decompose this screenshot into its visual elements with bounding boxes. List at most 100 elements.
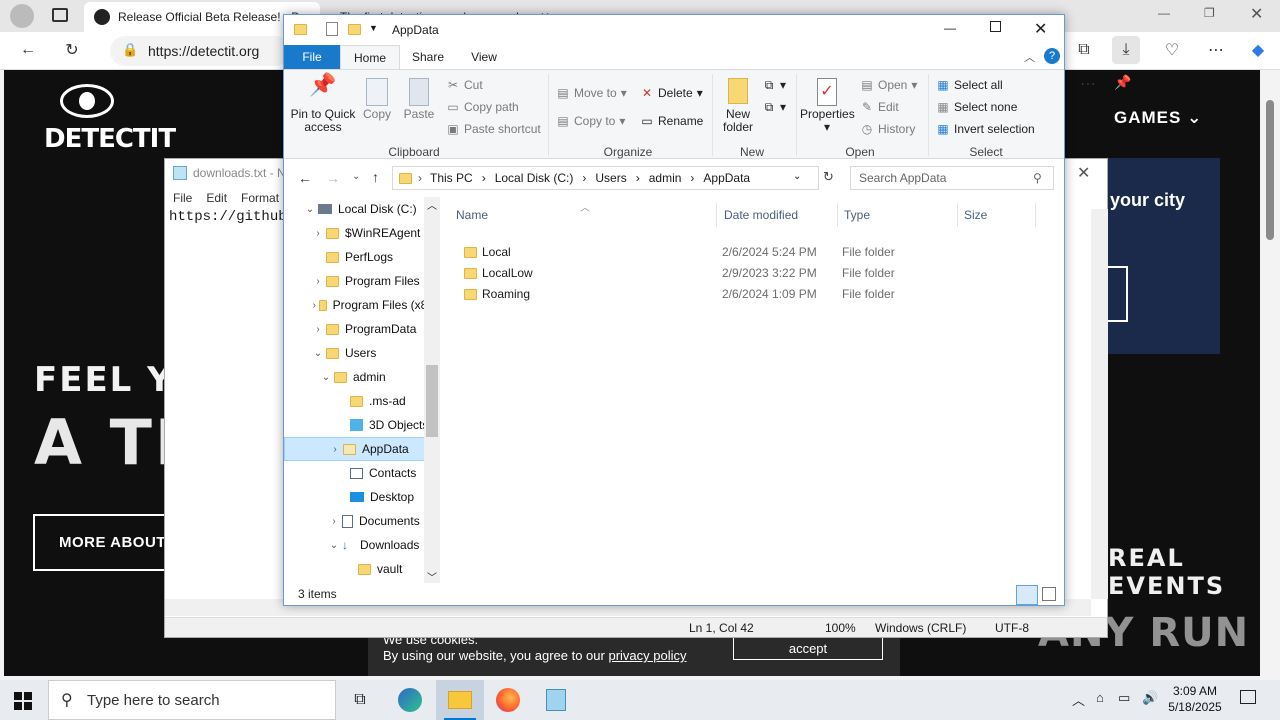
details-view-icon[interactable] (1016, 585, 1038, 605)
profile-avatar[interactable] (10, 4, 34, 28)
close-icon[interactable]: ✕ (1250, 4, 1263, 24)
table-row[interactable]: Roaming 2/6/2024 1:09 PM File folder (452, 284, 1052, 305)
recent-locations-icon[interactable]: ⌄ (352, 171, 360, 182)
open-button[interactable]: ▤ Open ▾ (860, 78, 917, 92)
scrollbar-thumb[interactable] (426, 365, 438, 437)
minimize-icon[interactable]: — (1158, 6, 1170, 20)
invert-selection-button[interactable]: ▦ Invert selection (936, 122, 1034, 136)
notepad-icon[interactable] (532, 680, 580, 720)
nav-3d-objects[interactable]: 3D Objects (284, 413, 438, 437)
nav-program-files-x86[interactable]: › Program Files (x86) (284, 293, 438, 317)
nav-local-disk[interactable]: ⌄ Local Disk (C:) (284, 197, 438, 221)
accept-button[interactable]: accept (733, 636, 883, 660)
browser-essentials-icon[interactable]: ♡ (1158, 36, 1186, 64)
select-none-button[interactable]: ▦ Select none (936, 100, 1017, 114)
volume-icon[interactable]: 🔊 (1142, 690, 1158, 706)
collections-icon[interactable]: ⧉ (1070, 36, 1098, 64)
tab-file[interactable]: File (284, 45, 340, 69)
chevron-right-icon[interactable]: › (310, 324, 326, 335)
chevron-up-icon[interactable]: ︿ (1024, 49, 1035, 65)
file-explorer-icon[interactable] (436, 680, 484, 720)
chevron-up-icon[interactable]: ︿ (1072, 690, 1085, 709)
breadcrumb-appdata[interactable]: AppData (703, 171, 750, 185)
nav-appdata[interactable]: › AppData (284, 437, 438, 461)
nav-games[interactable]: GAMES ⌄ (1114, 108, 1202, 128)
column-size[interactable]: Size (958, 203, 1036, 227)
help-icon[interactable]: ? (1044, 48, 1060, 64)
taskbar-search[interactable]: ⚲ Type here to search (48, 680, 336, 720)
menu-format[interactable]: Format (241, 191, 279, 205)
chevron-down-icon[interactable]: ⌄ (310, 348, 326, 359)
breadcrumb-this-pc[interactable]: This PC › (430, 171, 486, 185)
refresh-icon[interactable]: ↻ (823, 169, 834, 185)
refresh-icon[interactable]: ↻ (58, 36, 86, 64)
chevron-right-icon[interactable]: › (326, 516, 342, 527)
copy-path-button[interactable]: ▭ Copy path (446, 100, 518, 114)
task-view-icon[interactable]: ⧉ (336, 680, 384, 720)
chevron-down-icon[interactable]: ▼ (369, 23, 378, 33)
properties-quick-icon[interactable] (326, 22, 338, 36)
nav-programdata[interactable]: › ProgramData (284, 317, 438, 341)
tab-share[interactable]: Share (408, 45, 448, 69)
column-type[interactable]: Type (838, 203, 958, 227)
chevron-right-icon[interactable]: › (310, 300, 319, 311)
breadcrumb-admin[interactable]: admin › (649, 171, 695, 185)
rename-button[interactable]: ▭ Rename (640, 114, 703, 128)
large-icons-view-icon[interactable] (1042, 587, 1056, 601)
delete-button[interactable]: ✕ Delete ▾ (640, 86, 703, 100)
nav-contacts[interactable]: Contacts (284, 461, 438, 485)
new-folder-quick-icon[interactable] (348, 24, 361, 35)
promo-button[interactable] (1108, 266, 1128, 322)
table-row[interactable]: LocalLow 2/9/2023 3:22 PM File folder (452, 263, 1052, 284)
pin-icon[interactable]: 📌 (1114, 74, 1131, 91)
menu-edit[interactable]: Edit (206, 191, 227, 205)
chevron-right-icon[interactable]: › (310, 276, 326, 287)
move-to-button[interactable]: ▤ Move to ▾ (556, 86, 626, 100)
chevron-down-icon[interactable]: ⌄ (318, 372, 334, 383)
chevron-up-icon[interactable]: ︿ (427, 197, 437, 212)
nav-scrollbar[interactable]: ︿ ﹀ (424, 197, 440, 584)
privacy-policy-link[interactable]: privacy policy (608, 648, 686, 663)
history-button[interactable]: ◷ History (860, 122, 916, 136)
copy-to-button[interactable]: ▤ Copy to ▾ (556, 114, 625, 128)
chevron-down-icon[interactable]: ⌄ (302, 204, 318, 215)
tab-actions-icon[interactable] (52, 8, 68, 22)
menu-file[interactable]: File (173, 191, 192, 205)
close-icon[interactable]: ✕ (1034, 19, 1047, 39)
paste-button[interactable]: Paste (400, 78, 438, 121)
chevron-down-icon[interactable]: ⌄ (793, 171, 801, 182)
nav-program-files[interactable]: › Program Files (284, 269, 438, 293)
forward-icon[interactable]: → (326, 170, 340, 186)
nav-users[interactable]: ⌄ Users (284, 341, 438, 365)
breadcrumb-local-disk[interactable]: Local Disk (C:) › (495, 171, 587, 185)
notifications-icon[interactable] (1240, 690, 1256, 704)
address-breadcrumb[interactable]: › This PC › Local Disk (C:) › Users › admin… (392, 166, 819, 190)
downloads-icon[interactable]: ⤓ (1112, 36, 1140, 64)
edit-button[interactable]: ✎ Edit (860, 100, 899, 114)
breadcrumb-users[interactable]: Users › (595, 171, 639, 185)
select-all-button[interactable]: ▦ Select all (936, 78, 1002, 92)
cut-button[interactable]: ✂ Cut (446, 78, 483, 92)
new-folder-button[interactable]: New folder (718, 78, 758, 134)
notepad-text[interactable]: https://github (169, 209, 287, 225)
network-icon[interactable]: ⌂ (1096, 690, 1104, 705)
notepad-vscroll[interactable] (1091, 209, 1108, 599)
nav-documents[interactable]: › Documents (284, 509, 438, 533)
back-icon[interactable]: ← (14, 36, 42, 64)
more-icon[interactable]: ⋯ (1080, 74, 1096, 94)
nav-ms-ad[interactable]: .ms-ad (284, 389, 438, 413)
copy-button[interactable]: Copy (360, 78, 394, 121)
chevron-down-icon[interactable]: ﹀ (427, 569, 437, 584)
close-icon[interactable]: ✕ (1077, 163, 1090, 183)
nav-vault[interactable]: vault (284, 557, 438, 581)
nav-winreagent[interactable]: › $WinREAgent (284, 221, 438, 245)
promo-banner[interactable] (1104, 158, 1220, 354)
nav-downloads[interactable]: ⌄ ↓ Downloads (284, 533, 438, 557)
copilot-icon[interactable]: ◆ (1244, 36, 1272, 64)
edge-icon[interactable] (386, 680, 434, 720)
easy-access-button[interactable]: ⧉ ▾ (762, 100, 786, 114)
properties-button[interactable]: ✓ Properties ▾ (800, 78, 855, 134)
up-icon[interactable]: ↑ (372, 169, 379, 185)
address-bar[interactable]: 🔒 https://detectit.org (110, 36, 290, 66)
table-row[interactable]: Local 2/6/2024 5:24 PM File folder (452, 242, 1052, 263)
